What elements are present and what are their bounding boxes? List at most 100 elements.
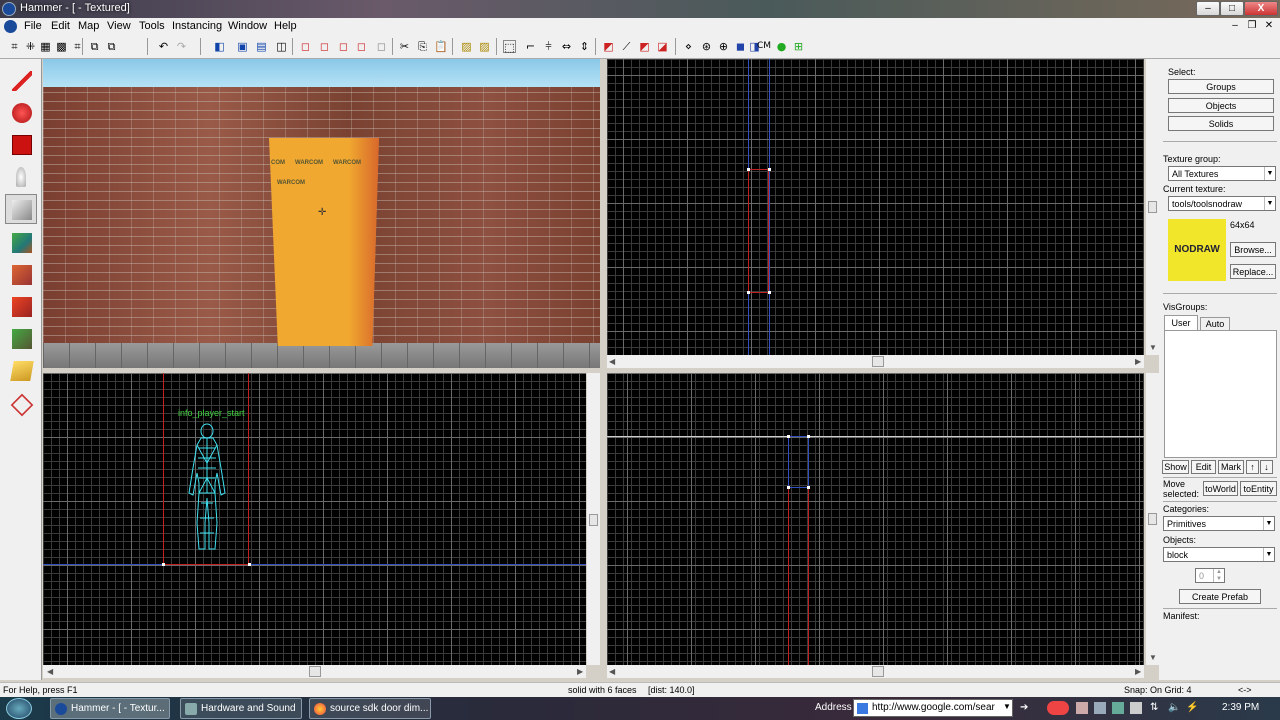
texture-preview[interactable]: NODRAW — [1168, 219, 1226, 281]
entity-report-icon[interactable]: ⊕ — [717, 40, 730, 53]
undo-icon[interactable]: ↶ — [157, 40, 170, 53]
faces-stepper[interactable]: 0 ▲ ▼ — [1195, 568, 1225, 583]
tray-app-icon[interactable] — [1094, 702, 1106, 714]
scroll-right-arrow-icon[interactable]: ▶ — [577, 667, 583, 676]
scroll-left-arrow-icon[interactable]: ◀ — [609, 357, 615, 366]
spin-arrows-icon[interactable]: ▲ ▼ — [1213, 569, 1224, 582]
mdi-minimize-icon[interactable]: – — [1228, 20, 1242, 33]
move-down-icon[interactable]: ↓ — [1260, 460, 1273, 474]
front-view-hscroll[interactable]: ◀ ▶ — [607, 665, 1144, 678]
align-icon[interactable]: ⫩ — [542, 40, 555, 53]
menu-window[interactable]: Window — [228, 20, 267, 32]
front-view-vscroll[interactable]: ▼ — [1146, 373, 1159, 665]
apply-texture-tool[interactable] — [5, 259, 37, 289]
viewport-2d-side[interactable]: info_player_start — [43, 373, 586, 665]
group-icon[interactable]: ▣ — [236, 40, 249, 53]
handle[interactable] — [807, 486, 810, 489]
address-input[interactable]: http://www.google.com/sear — [853, 699, 1013, 717]
hollow-icon[interactable]: ◪ — [656, 40, 669, 53]
to-world-button[interactable]: toWorld — [1203, 481, 1238, 496]
show-button[interactable]: Show — [1162, 460, 1189, 474]
ignore-groups-icon[interactable]: ⌐ — [524, 40, 537, 53]
handle-br[interactable] — [768, 291, 771, 294]
objects-select[interactable]: block ▼ — [1163, 547, 1275, 562]
copy-group-icon[interactable]: ⧉ — [88, 40, 101, 53]
quickhide-icon[interactable]: ◻ — [299, 40, 312, 53]
tray-app-icon[interactable] — [1112, 702, 1124, 714]
handle[interactable] — [787, 435, 790, 438]
3d-view-toggle-icon[interactable]: ⊞ — [792, 40, 805, 53]
scroll-thumb[interactable] — [309, 666, 321, 677]
handle-bl[interactable] — [747, 291, 750, 294]
menu-tools[interactable]: Tools — [139, 20, 165, 32]
block-tool[interactable] — [5, 194, 37, 224]
current-texture-select[interactable]: tools/toolsnodraw ▼ — [1168, 196, 1276, 211]
hide-icon[interactable]: ◫ — [275, 40, 288, 53]
maximize-button[interactable]: □ — [1220, 1, 1244, 16]
visgroup-tab-user[interactable]: User — [1164, 315, 1198, 330]
scroll-thumb[interactable] — [1148, 201, 1157, 213]
copy-icon[interactable]: ⎘ — [416, 40, 429, 53]
scroll-thumb[interactable] — [872, 356, 884, 367]
scroll-right-arrow-icon[interactable]: ▶ — [1135, 357, 1141, 366]
browse-button[interactable]: Browse... — [1230, 242, 1276, 257]
unhide-icon[interactable]: ◻ — [355, 40, 368, 53]
run-map-icon[interactable]: ● — [775, 40, 788, 53]
decal-tool[interactable] — [5, 291, 37, 321]
cut-icon[interactable]: ✂ — [398, 40, 411, 53]
select-objects-button[interactable]: Objects — [1168, 98, 1274, 113]
top-view-vscroll[interactable]: ▼ — [1146, 59, 1159, 355]
overlay-tool[interactable] — [5, 323, 37, 353]
handle[interactable] — [248, 563, 251, 566]
tie-icon[interactable]: ⟋ — [620, 40, 633, 53]
viewport-3d-camera[interactable]: COM WARCOM WARCOM WARCOM ✛ — [43, 59, 600, 368]
top-view-hscroll[interactable]: ◀ ▶ — [607, 355, 1144, 368]
camera-tool[interactable] — [5, 129, 37, 159]
handle[interactable] — [807, 435, 810, 438]
select-groups-button[interactable]: Groups — [1168, 79, 1274, 94]
scroll-thumb[interactable] — [1148, 513, 1157, 525]
handle[interactable] — [162, 563, 165, 566]
quickhide-visgroup-icon[interactable]: ◻ — [337, 40, 350, 53]
start-button[interactable] — [6, 698, 32, 719]
viewport-2d-front[interactable] — [607, 373, 1144, 665]
clipping-tool[interactable] — [5, 355, 37, 385]
visgroup-list[interactable] — [1164, 330, 1277, 458]
recording-tray-icon[interactable] — [1047, 701, 1069, 715]
network-icon[interactable]: ⇅ — [1150, 702, 1162, 714]
grid-dots-icon[interactable]: ⁜ — [24, 40, 37, 53]
replace-button[interactable]: Replace... — [1230, 264, 1276, 279]
radius-culling-icon[interactable]: ⋄ — [682, 40, 695, 53]
menu-map[interactable]: Map — [78, 20, 99, 32]
create-prefab-button[interactable]: Create Prefab — [1179, 589, 1261, 604]
to-entity-button[interactable]: toEntity — [1240, 481, 1277, 496]
scroll-left-arrow-icon[interactable]: ◀ — [609, 667, 615, 676]
menu-file[interactable]: File — [24, 20, 42, 32]
scroll-down-arrow-icon[interactable]: ▼ — [1149, 343, 1157, 352]
door-brush[interactable]: COM WARCOM WARCOM WARCOM — [269, 138, 379, 346]
quickhide-unselected-icon[interactable]: ◻ — [318, 40, 331, 53]
document-icon[interactable] — [4, 20, 17, 33]
move-up-icon[interactable]: ↑ — [1246, 460, 1259, 474]
volume-icon[interactable]: 🔈 — [1168, 702, 1180, 714]
clock[interactable]: 2:39 PM — [1222, 702, 1259, 713]
to-entity-icon[interactable]: ◩ — [602, 40, 615, 53]
selection-box-icon[interactable]: ⬚ — [503, 40, 516, 54]
handle[interactable] — [787, 486, 790, 489]
move-to-world-icon[interactable]: ◩ — [638, 40, 651, 53]
select-solids-button[interactable]: Solids — [1168, 116, 1274, 131]
visgroup-tab-auto[interactable]: Auto — [1200, 317, 1230, 330]
entity-tool[interactable] — [5, 161, 37, 191]
selection-tool[interactable] — [5, 65, 37, 95]
mdi-restore-icon[interactable]: ❐ — [1245, 20, 1259, 33]
scroll-right-arrow-icon[interactable]: ▶ — [1135, 667, 1141, 676]
tray-app-icon[interactable] — [1076, 702, 1088, 714]
cubemap-icon[interactable]: CM — [755, 40, 773, 53]
compile-icon[interactable]: ⊛ — [700, 40, 713, 53]
close-button[interactable]: X — [1244, 1, 1278, 16]
menu-edit[interactable]: Edit — [51, 20, 70, 32]
texture-scale-lock-icon[interactable]: ▨ — [478, 40, 491, 53]
handle-tl[interactable] — [747, 168, 750, 171]
selection-box[interactable] — [748, 169, 769, 293]
categories-select[interactable]: Primitives ▼ — [1163, 516, 1275, 531]
